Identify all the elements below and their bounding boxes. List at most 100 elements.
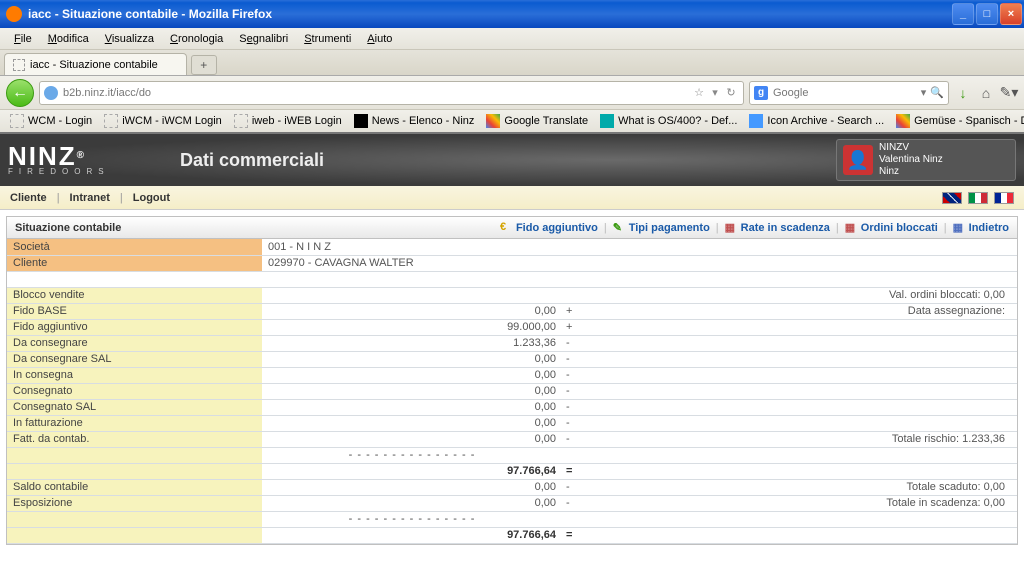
bookmark-item[interactable]: Icon Archive - Search ... [743, 114, 890, 128]
row-label: Società [7, 239, 262, 255]
download-arrow-icon[interactable]: ↓ [954, 84, 972, 102]
bookmark-item[interactable]: iWCM - iWCM Login [98, 114, 228, 128]
browser-tabbar: iacc - Situazione contabile + [0, 50, 1024, 76]
calendar-icon [725, 221, 738, 234]
table-row: Consegnato0,00- [7, 383, 1017, 399]
bookmark-item[interactable]: WCM - Login [4, 114, 98, 128]
row-value: 0,00 [262, 415, 562, 431]
action-ordini-bloccati[interactable]: Ordini bloccati [845, 221, 938, 234]
row-value: 001 - N I N Z [262, 239, 1017, 255]
bookmark-icon [486, 114, 500, 128]
user-code: NINZV [879, 142, 943, 154]
search-dropdown-icon[interactable]: ▾ [921, 86, 927, 99]
row-extra: Totale scaduto: 0,00 [578, 479, 1017, 495]
reload-icon[interactable]: ↻ [723, 86, 739, 99]
action-rate-scadenza[interactable]: Rate in scadenza [725, 221, 830, 234]
table-row: Saldo contabile0,00-Totale scaduto: 0,00 [7, 479, 1017, 495]
divider-row: - - - - - - - - - - - - - - - [7, 447, 1017, 463]
row-value: 97.766,64 [262, 527, 562, 543]
menu-cronologia[interactable]: Cronologia [162, 31, 231, 47]
menu-strumenti[interactable]: Strumenti [296, 31, 359, 47]
table-row: In consegna0,00- [7, 367, 1017, 383]
window-titlebar: iacc - Situazione contabile - Mozilla Fi… [0, 0, 1024, 28]
menu-file[interactable]: File [6, 31, 40, 47]
search-go-icon[interactable]: 🔍 [930, 86, 944, 99]
table-row: Società001 - N I N Z [7, 239, 1017, 255]
action-tipi-pagamento[interactable]: Tipi pagamento [613, 221, 710, 234]
flag-uk-icon[interactable] [942, 192, 962, 204]
new-tab-button[interactable]: + [191, 55, 217, 75]
back-button[interactable]: ← [6, 79, 34, 107]
bookmark-item[interactable]: iweb - iWEB Login [228, 114, 348, 128]
menu-segnalibri[interactable]: Segnalibri [231, 31, 296, 47]
table-row: Consegnato SAL0,00- [7, 399, 1017, 415]
tools-icon[interactable]: ✎▾ [1000, 84, 1018, 102]
total-row: 97.766,64= [7, 527, 1017, 543]
page-title: Dati commerciali [180, 150, 836, 171]
row-value: 0,00 [262, 351, 562, 367]
bookmark-star-icon[interactable]: ☆ [691, 86, 707, 99]
url-bar[interactable]: b2b.ninz.it/iacc/do ☆ ▾ ↻ [39, 81, 744, 105]
user-box[interactable]: 👤 NINZV Valentina Ninz Ninz [836, 139, 1016, 181]
browser-navbar: ← b2b.ninz.it/iacc/do ☆ ▾ ↻ g Google ▾ 🔍… [0, 76, 1024, 110]
row-label: Blocco vendite [7, 287, 262, 303]
row-value: 0,00 [262, 399, 562, 415]
tab-label: iacc - Situazione contabile [30, 59, 158, 71]
row-label: Fido aggiuntivo [7, 319, 262, 335]
row-value: 1.233,36 [262, 335, 562, 351]
nav-logout[interactable]: Logout [133, 192, 170, 204]
row-label: Consegnato [7, 383, 262, 399]
search-bar[interactable]: g Google ▾ 🔍 [749, 81, 949, 105]
bookmark-item[interactable]: What is OS/400? - Def... [594, 114, 743, 128]
row-value: 0,00 [262, 431, 562, 447]
flag-it-icon[interactable] [968, 192, 988, 204]
browser-menubar: File Modifica Visualizza Cronologia Segn… [0, 28, 1024, 50]
flag-fr-icon[interactable] [994, 192, 1014, 204]
row-value: 97.766,64 [262, 463, 562, 479]
row-label: Fido BASE [7, 303, 262, 319]
nav-intranet[interactable]: Intranet [70, 192, 110, 204]
row-value: 0,00 [262, 367, 562, 383]
bookmark-icon [354, 114, 368, 128]
total-row: 97.766,64= [7, 463, 1017, 479]
bookmarks-bar: WCM - Login iWCM - iWCM Login iweb - iWE… [0, 110, 1024, 134]
window-maximize-button[interactable]: □ [976, 3, 998, 25]
row-value: 029970 - CAVAGNA WALTER [262, 255, 1017, 271]
window-close-button[interactable]: × [1000, 3, 1022, 25]
favicon-placeholder-icon [13, 59, 25, 71]
data-table: Società001 - N I N Z Cliente029970 - CAV… [7, 239, 1017, 544]
bookmark-item[interactable]: News - Elenco - Ninz [348, 114, 481, 128]
action-indietro[interactable]: Indietro [953, 221, 1009, 234]
row-value: 99.000,00 [262, 319, 562, 335]
table-row: Fido aggiuntivo99.000,00+ [7, 319, 1017, 335]
row-extra: Val. ordini bloccati: 0,00 [578, 287, 1017, 303]
app-nav: Cliente | Intranet | Logout [0, 186, 1024, 210]
home-icon[interactable]: ⌂ [977, 84, 995, 102]
table-row: Da consegnare SAL0,00- [7, 351, 1017, 367]
panel-header: Situazione contabile Fido aggiuntivo | T… [7, 217, 1017, 239]
nav-cliente[interactable]: Cliente [10, 192, 47, 204]
action-fido-aggiuntivo[interactable]: Fido aggiuntivo [500, 221, 598, 234]
window-minimize-button[interactable]: _ [952, 3, 974, 25]
pencil-icon [613, 221, 626, 234]
menu-modifica[interactable]: Modifica [40, 31, 97, 47]
menu-visualizza[interactable]: Visualizza [97, 31, 162, 47]
bookmark-item[interactable]: Gemüse - Spanisch - D... [890, 114, 1024, 128]
table-row: Da consegnare1.233,36- [7, 335, 1017, 351]
window-title: iacc - Situazione contabile - Mozilla Fi… [28, 7, 952, 21]
table-row: Blocco vendite Val. ordini bloccati: 0,00 [7, 287, 1017, 303]
bookmark-item[interactable]: Google Translate [480, 114, 594, 128]
row-label: In fatturazione [7, 415, 262, 431]
row-extra: Data assegnazione: [578, 303, 1017, 319]
url-dropdown-icon[interactable]: ▾ [707, 86, 723, 99]
browser-tab[interactable]: iacc - Situazione contabile [4, 53, 187, 75]
row-value: 0,00 [262, 479, 562, 495]
row-label: Da consegnare SAL [7, 351, 262, 367]
content-panel: Situazione contabile Fido aggiuntivo | T… [6, 216, 1018, 545]
menu-aiuto[interactable]: Aiuto [359, 31, 400, 47]
app-header: NINZ® FIREDOORS Dati commerciali 👤 NINZV… [0, 134, 1024, 186]
panel-title: Situazione contabile [15, 222, 121, 234]
table-row: Cliente029970 - CAVAGNA WALTER [7, 255, 1017, 271]
row-label: Consegnato SAL [7, 399, 262, 415]
avatar-icon: 👤 [843, 145, 873, 175]
